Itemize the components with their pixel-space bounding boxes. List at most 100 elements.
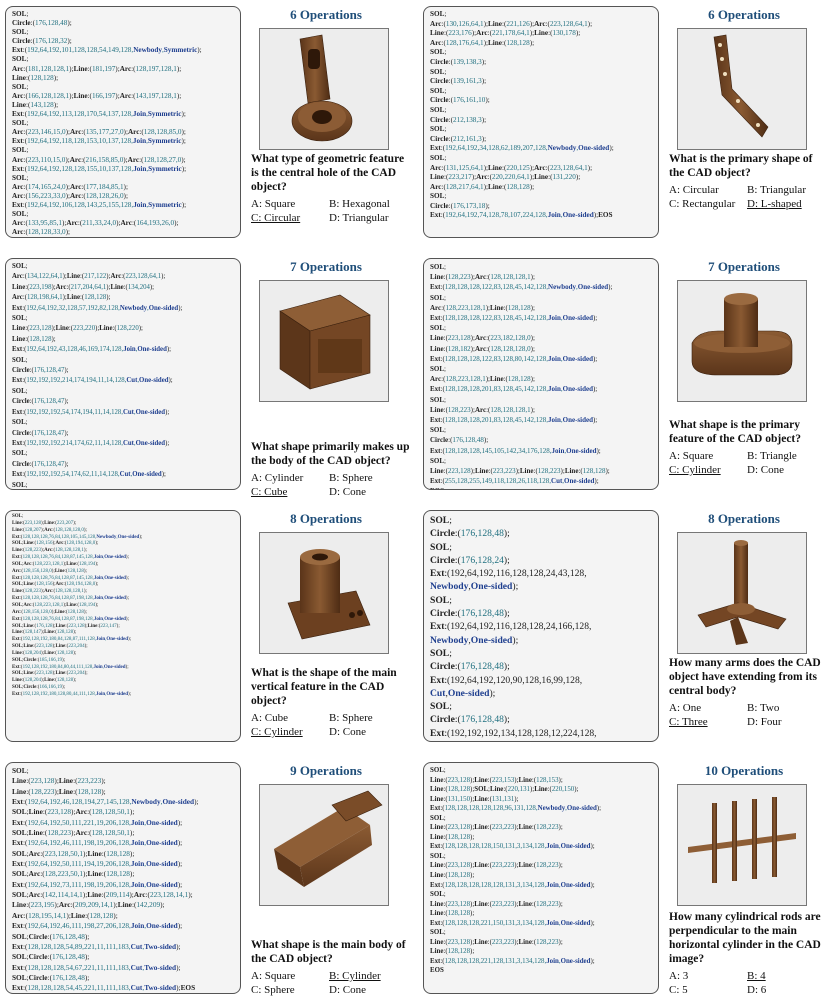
- code-line: SOL;Line:(223,128);Line:(223,204);: [12, 671, 88, 677]
- question-text: How many cylindrical rods are perpendicu…: [669, 911, 821, 965]
- code-line: SOL;: [430, 67, 447, 76]
- code-line: Arc:(156,223,33,0);Arc:(128,128,26,0);: [12, 191, 128, 200]
- panel-2: SOL; Arc:(130,126,64,1);Line:(221,126);Ar…: [423, 6, 831, 240]
- cad-code-box: SOL; Arc:(134,122,64,1);Line:(217,122);Ar…: [5, 258, 241, 490]
- code-line: Ext:(128,128,128,76,84,128,87,198,128,Jo…: [12, 596, 129, 602]
- cad-code-box: SOL; Line:(223,128);Line:(223,223); Line:(…: [5, 762, 241, 994]
- code-line: Ext:(128,128,128,201,83,128,45,142,128,J…: [430, 385, 598, 394]
- code-line: Ext:(128,128,128,128,128,131,3,134,128,J…: [430, 881, 595, 889]
- option-d: D: 6: [747, 984, 767, 996]
- code-line: Ext:(128,128,128,122,83,128,80,142,128,J…: [430, 354, 598, 363]
- code-line: Arc:(134,122,64,1);Line:(217,122);Arc:(2…: [12, 273, 166, 281]
- code-line: Line:(128,128);: [430, 948, 475, 956]
- code-line: Line:(128,204);Line:(128,128);: [12, 650, 77, 656]
- code-line: SOL;: [12, 10, 29, 18]
- code-line: Arc:(181,128,128,1);Line:(181,197);Arc:(…: [12, 64, 182, 73]
- question-side: 7 Operations What shape primarily makes …: [251, 258, 411, 498]
- code-line: Ext:(128,128,128,221,150,131,3,134,128,J…: [430, 919, 595, 927]
- code-line: Line:(128,128);: [430, 833, 475, 841]
- code-line: Arc:(128,223,128,1);Line:(128,128);: [430, 303, 535, 312]
- code-line: Circle:(176,128,48);: [430, 608, 510, 620]
- code-line: SOL;: [430, 125, 447, 134]
- code-line: Ext:(192,128,192,180,84,80,44,111,128,Jo…: [12, 664, 129, 670]
- code-line: Circle:(176,128,48);: [430, 661, 510, 673]
- code-line: Ext:(192,64,192,116,128,128,24,166,128,: [430, 621, 592, 633]
- code-line: Line:(223,176);Arc:(221,178,64,1);Line:(…: [430, 29, 581, 38]
- code-line: Circle:(176,128,32);: [12, 37, 72, 46]
- cad-render-image: [259, 28, 389, 150]
- code-line: Ext:(192,128,192,180,84,128,87,111,128,J…: [12, 637, 132, 643]
- cad-render-image: [259, 280, 389, 402]
- option-d: D: Cone: [747, 464, 784, 476]
- code-line: Line:(223,128);Line:(223,223);Line:(128,…: [430, 900, 563, 908]
- code-line: Circle:(176,128,48);: [430, 436, 489, 445]
- option-b: B: Triangle: [747, 450, 797, 462]
- code-line: Ext:(192,64,192,50,111,221,19,206,128,Jo…: [12, 817, 183, 827]
- code-line: Ext:(192,64,192,73,111,198,19,206,128,Jo…: [12, 879, 183, 889]
- cad-render-image: [677, 28, 807, 150]
- panel-3: SOL; Arc:(134,122,64,1);Line:(217,122);Ar…: [5, 258, 413, 498]
- operations-count: 8 Operations: [708, 511, 780, 526]
- code-line: Ext:(192,192,192,134,128,128,12,224,128,: [430, 727, 597, 739]
- code-line: Ext:(192,64,192,137,128,158,15,155,128,J…: [12, 237, 234, 238]
- option-d: D: Cone: [329, 984, 366, 996]
- code-line: SOL;: [430, 647, 452, 659]
- code-line: SOL;Line:(128,223);Arc:(128,128,50,1);: [12, 828, 135, 838]
- code-line: SOL;: [12, 119, 29, 128]
- code-line: Arc:(128,217,64,1);Line:(128,128);: [430, 182, 535, 191]
- code-line: SOL;: [430, 515, 452, 526]
- code-line: SOL;: [430, 10, 447, 18]
- code-line: SOL;: [430, 701, 452, 713]
- code-line: Ext:(192,64,192,113,128,170,54,137,128,J…: [12, 110, 186, 119]
- code-line: SOL;: [430, 153, 447, 162]
- option-a: A: Square: [251, 198, 296, 210]
- code-line: Ext:(128,128,128,122,83,128,45,142,128,N…: [430, 283, 613, 292]
- code-line: SOL;: [430, 456, 446, 465]
- code-line: Line:(128,147);Line:(128,128);: [12, 630, 77, 636]
- code-line: Ext:(192,192,192,214,174,62,11,14,128,Cu…: [12, 439, 170, 447]
- code-line: SOL;Line:(128,156);Arc:(128,194,128,0);: [12, 541, 99, 547]
- code-line: Arc:(128,176,64,1);Line:(128,128);: [430, 38, 535, 47]
- code-line: Ext:(192,64,192,46,128,194,27,145,128,Ne…: [12, 797, 199, 807]
- option-c: C: 5: [669, 984, 688, 996]
- question-text: What type of geometric feature is the ce…: [251, 153, 405, 193]
- code-line: Ext:(128,128,128,76,84,128,87,198,128,Jo…: [12, 616, 129, 622]
- question-side: 8 Operations How many arms does the CAD …: [669, 510, 829, 742]
- code-line: SOL;: [12, 263, 28, 270]
- cad-render-image: [677, 280, 807, 402]
- question-side: 10 Operations How many cylindrical rods …: [669, 762, 829, 996]
- code-line: SOL;: [430, 541, 452, 553]
- question-text: How many arms does the CAD object have e…: [669, 657, 821, 697]
- code-line: Line:(131,150);Line:(131,131);: [430, 795, 519, 803]
- code-line: SOL;: [430, 395, 446, 404]
- code-line: Ext:(128,128,128,221,128,131,3,134,128,J…: [430, 957, 595, 965]
- code-line: Line:(223,128);Line:(223,223);Line:(128,…: [430, 824, 563, 832]
- cad-code-box: SOL; Line:(223,128);Line:(223,153);Line:(…: [423, 762, 659, 994]
- question-side: 9 Operations What shape is the main body…: [251, 762, 411, 996]
- operations-count: 7 Operations: [290, 259, 362, 274]
- question-text: What is the primary shape of the CAD obj…: [669, 153, 813, 179]
- option-c: C: Sphere: [251, 984, 295, 996]
- option-c: C: Rectangular: [669, 198, 736, 210]
- panel-1: SOL; Circle:(176,128,48); SOL; Circle:(176,…: [5, 6, 413, 240]
- code-line: SOL;: [430, 767, 446, 774]
- cad-render-image: [259, 784, 389, 906]
- code-line: Line:(128,204);Line:(128,128);: [12, 678, 77, 684]
- code-line: SOL;: [12, 514, 24, 519]
- code-line: SOL;: [430, 365, 446, 374]
- code-line: Circle:(139,138,3);: [430, 57, 487, 66]
- code-line: SOL;Line:(176,128);Line:(223,128);Line:(…: [12, 623, 120, 629]
- code-line: SOL;Arc:(128,223,128,1);Line:(128,194);: [12, 602, 99, 608]
- option-a: A: Square: [669, 450, 714, 462]
- code-line: Line:(223,128);Line:(223,223);Line:(128,…: [430, 938, 563, 946]
- code-line: SOL;: [12, 766, 29, 775]
- code-line: SOL;Arc:(128,223,50,1);Line:(128,128);: [12, 869, 135, 879]
- operations-count: 9 Operations: [290, 763, 362, 778]
- option-b: B: Sphere: [329, 712, 373, 724]
- code-line: SOL;: [430, 594, 452, 606]
- operations-count: 6 Operations: [290, 7, 362, 22]
- code-line: Ext:(128,128,128,54,67,221,11,111,183,Cu…: [12, 962, 181, 972]
- option-d: D: L-shaped: [747, 198, 802, 210]
- code-line: SOL;: [430, 814, 446, 822]
- code-line: Ext:(128,128,128,76,84,128,87,145,128,Jo…: [12, 555, 129, 561]
